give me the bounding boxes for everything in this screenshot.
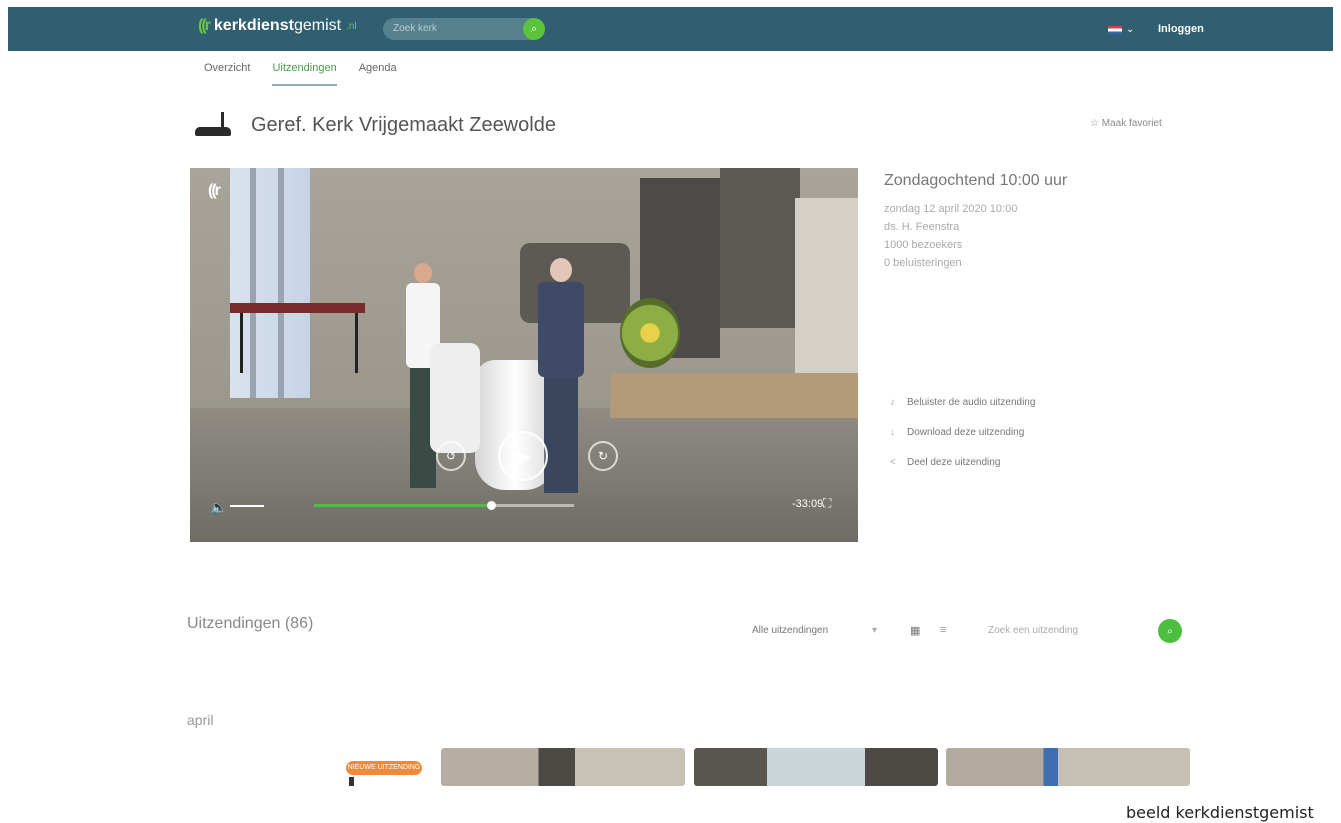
forward-icon[interactable]: ↻ [588, 441, 618, 471]
church-logo-icon [349, 777, 354, 786]
broadcast-thumbnail[interactable] [694, 748, 938, 786]
share-link[interactable]: < Deel deze uitzending [890, 448, 1035, 478]
search-icon[interactable]: ⌕ [523, 18, 545, 40]
favorite-label: Maak favoriet [1101, 118, 1162, 129]
video-player[interactable]: ((r ↺ ▶ ↻ 🔈 -33:09 ⛶ [190, 168, 858, 542]
grid-view-icon[interactable]: ▦ [910, 624, 920, 637]
flag-icon [1108, 25, 1122, 34]
broadcast-title: Zondagochtend 10:00 uur [884, 172, 1068, 189]
month-heading: april [187, 712, 214, 728]
share-icon: < [890, 457, 896, 468]
broadcast-filter-select[interactable]: Alle uitzendingen [752, 625, 828, 636]
broadcasts-heading: Uitzendingen (86) [187, 615, 314, 632]
favorite-button[interactable]: ☆ Maak favoriet [1090, 118, 1162, 129]
church-logo-icon [193, 112, 235, 138]
broadcast-listens: 0 beluisteringen [884, 257, 962, 269]
broadcast-actions: ♪ Beluister de audio uitzending ↓ Download… [890, 388, 1035, 478]
chevron-down-icon: ⌄ [1126, 24, 1135, 35]
download-link[interactable]: ↓ Download deze uitzending [890, 418, 1035, 448]
rewind-icon[interactable]: ↺ [436, 441, 466, 471]
tab-overview[interactable]: Overzicht [204, 62, 250, 86]
fullscreen-icon[interactable]: ⛶ [823, 496, 831, 511]
tab-broadcasts[interactable]: Uitzendingen [272, 62, 337, 86]
new-broadcast-badge: NIEUWE UITZENDING [346, 761, 422, 775]
time-remaining: -33:09 [792, 498, 824, 510]
broadcast-preacher: ds. H. Feenstra [884, 221, 960, 233]
page-title: Geref. Kerk Vrijgemaakt Zeewolde [251, 113, 556, 136]
volume-slider[interactable] [230, 505, 264, 507]
logo-text-bold: kerkdienst [213, 17, 294, 34]
language-selector[interactable]: ⌄ [1108, 24, 1134, 35]
logo-suffix: .nl [346, 20, 357, 32]
progress-fill [314, 504, 491, 507]
top-navigation-bar: ((r kerkdienst gemist .nl Zoek kerk ⌕ ⌄ … [8, 7, 1333, 51]
broadcast-search-input[interactable]: Zoek een uitzending [988, 625, 1078, 636]
site-logo[interactable]: ((r kerkdienst gemist .nl [198, 17, 357, 35]
church-tabs: Overzicht Uitzendingen Agenda [204, 62, 397, 86]
broadcast-thumbnail[interactable] [441, 748, 685, 786]
broadcast-thumbnail[interactable] [946, 748, 1190, 786]
download-icon: ↓ [890, 427, 895, 438]
login-link[interactable]: Inloggen [1158, 23, 1204, 35]
church-search-input[interactable]: Zoek kerk [383, 18, 543, 40]
progress-bar[interactable] [314, 501, 574, 510]
broadcast-visitors: 1000 bezoekers [884, 239, 963, 251]
play-icon[interactable]: ▶ [498, 431, 548, 481]
church-header: Geref. Kerk Vrijgemaakt Zeewolde [193, 112, 556, 138]
audio-icon: ♪ [890, 397, 895, 408]
list-view-icon[interactable]: ≡ [940, 624, 946, 636]
watermark-logo-icon: ((r [208, 182, 221, 199]
broadcast-info: Zondagochtend 10:00 uur zondag 12 april … [884, 172, 1067, 272]
photo-credit: beeld kerkdienstgemist [1126, 803, 1314, 822]
volume-icon[interactable]: 🔈 [210, 499, 227, 516]
listen-audio-link[interactable]: ♪ Beluister de audio uitzending [890, 388, 1035, 418]
broadcast-date: zondag 12 april 2020 10:00 [884, 203, 1018, 215]
chevron-down-icon[interactable]: ▾ [872, 625, 877, 636]
broadcast-logo-icon: ((r [198, 17, 211, 34]
tab-agenda[interactable]: Agenda [359, 62, 397, 86]
progress-handle[interactable] [486, 501, 496, 510]
search-icon[interactable]: ⌕ [1158, 619, 1182, 643]
logo-text-rest: gemist [293, 17, 342, 34]
